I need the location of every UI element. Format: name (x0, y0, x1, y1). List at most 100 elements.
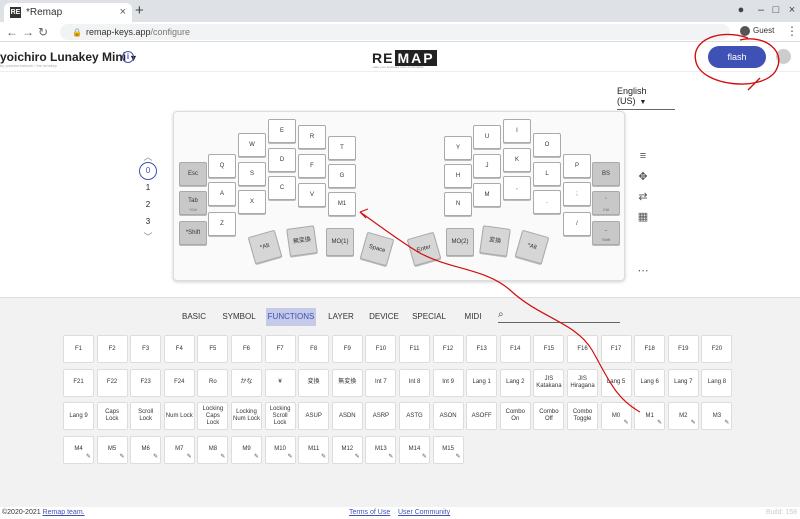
key-e[interactable]: E (268, 119, 296, 143)
keycode-key[interactable]: Locking Num Lock (231, 402, 262, 430)
keycode-key[interactable]: F7 (264, 335, 296, 363)
keycode-key[interactable]: Lang 8 (701, 368, 733, 397)
layer-0[interactable]: 0 (138, 162, 158, 180)
key-q[interactable]: Q (208, 154, 236, 178)
layer-down-icon[interactable]: ﹀ (138, 230, 158, 242)
key-o[interactable]: O (533, 133, 561, 157)
keycode-key[interactable]: M8 ✎ (197, 435, 229, 464)
keycode-key[interactable]: F10 (365, 335, 397, 363)
profile-button[interactable]: Guest (740, 26, 774, 36)
keycode-key[interactable]: F13 (466, 335, 498, 363)
key-left-alt[interactable]: *Alt (247, 229, 283, 265)
keycode-key[interactable]: M5 ✎ (96, 435, 128, 464)
tab-basic[interactable]: BASIC (175, 308, 213, 326)
key-r[interactable]: R (298, 125, 326, 149)
keycode-key[interactable]: F14 (499, 335, 531, 363)
key-semicolon[interactable]: ; (563, 182, 591, 206)
key-enter[interactable]: Enter (406, 231, 442, 267)
keycode-search-input[interactable]: ⌕ (498, 309, 620, 323)
edit-icon[interactable]: ✎ (422, 454, 427, 461)
keycode-key[interactable]: F22 (96, 368, 128, 397)
tab-midi[interactable]: MIDI (460, 308, 486, 326)
edit-icon[interactable]: ✎ (657, 420, 662, 427)
keycode-key[interactable]: Scroll Lock (130, 402, 162, 430)
team-link[interactable]: Remap team. (43, 509, 85, 516)
keycode-key[interactable]: ASON (432, 402, 464, 430)
keycode-key[interactable]: M2 ✎ (667, 402, 699, 430)
keycode-key[interactable]: F19 (667, 335, 699, 363)
keycode-key[interactable]: F23 (130, 368, 162, 397)
keycode-key[interactable]: Lang 1 (466, 368, 498, 397)
keycode-key[interactable]: F1 (63, 335, 94, 363)
edit-icon[interactable]: ✎ (691, 420, 696, 427)
key-esc[interactable]: Esc (179, 162, 207, 186)
keycode-key[interactable]: Lang 9 (63, 402, 94, 430)
keycode-key[interactable]: M14 ✎ (399, 435, 430, 464)
keycode-key[interactable]: ¥ (264, 368, 296, 397)
key-g[interactable]: G (328, 164, 356, 188)
keycode-key[interactable]: Lang 5 (600, 368, 632, 397)
url-field[interactable]: 🔒 remap-keys.app/configure (60, 24, 730, 40)
media-icon[interactable]: ● (736, 5, 746, 16)
keycode-key[interactable]: Int 7 (365, 368, 397, 397)
key-d[interactable]: D (268, 148, 296, 172)
edit-icon[interactable]: ✎ (321, 454, 326, 461)
tab-functions[interactable]: FUNCTIONS (266, 308, 316, 326)
keycode-key[interactable]: M1 ✎ (634, 402, 666, 430)
keycode-key[interactable]: JIS Katakana (533, 368, 565, 397)
more-icon[interactable]: ⋯ (636, 264, 650, 284)
close-window-icon[interactable]: × (787, 5, 797, 16)
user-icon[interactable] (776, 49, 791, 64)
keycode-key[interactable]: F20 (701, 335, 733, 363)
keycode-key[interactable]: F12 (432, 335, 464, 363)
keycode-key[interactable]: ASRP (365, 402, 397, 430)
terms-link[interactable]: Terms of Use (349, 509, 390, 516)
key-muhenkan[interactable]: 無変換 (286, 225, 318, 257)
keycode-key[interactable]: F8 (298, 335, 330, 363)
keycode-key[interactable]: M0 ✎ (600, 402, 632, 430)
flash-button[interactable]: flash (708, 46, 766, 68)
move-icon[interactable]: ✥ (636, 170, 650, 190)
keycode-key[interactable]: ASUP (298, 402, 330, 430)
keycode-key[interactable]: F17 (600, 335, 632, 363)
keycode-key[interactable]: Ro (197, 368, 229, 397)
edit-icon[interactable]: ✎ (86, 454, 91, 461)
edit-icon[interactable]: ✎ (288, 454, 293, 461)
keycode-key[interactable]: F24 (163, 368, 195, 397)
keycode-key[interactable]: Locking Caps Lock (197, 402, 229, 430)
keycode-key[interactable]: M12 ✎ (331, 435, 363, 464)
key-a[interactable]: A (208, 182, 236, 206)
key-v[interactable]: V (298, 183, 326, 207)
layer-3[interactable]: 3 (138, 213, 158, 230)
layer-2[interactable]: 2 (138, 196, 158, 213)
key-c[interactable]: C (268, 176, 296, 200)
forward-icon[interactable]: → (22, 25, 34, 39)
keycode-key[interactable]: Num Lock (163, 402, 195, 430)
keycode-key[interactable]: ASTG (399, 402, 430, 430)
tab-special[interactable]: SPECIAL (410, 308, 448, 326)
keycode-key[interactable]: Int 8 (399, 368, 430, 397)
keycode-key[interactable]: かな (231, 368, 262, 397)
key-s[interactable]: S (238, 162, 266, 186)
key-h[interactable]: H (444, 164, 472, 188)
keycode-key[interactable]: F16 (567, 335, 598, 363)
keycode-key[interactable]: M4 ✎ (63, 435, 94, 464)
key-m1[interactable]: M1 (328, 192, 356, 216)
key-slash[interactable]: / (563, 212, 591, 236)
keycode-key[interactable]: M3 ✎ (701, 402, 733, 430)
tab-symbol[interactable]: SYMBOL (219, 308, 259, 326)
keycode-key[interactable]: F2 (96, 335, 128, 363)
keycode-key[interactable]: M13 ✎ (365, 435, 397, 464)
key-shift[interactable]: *Shift (179, 221, 207, 245)
key-dot[interactable]: . (533, 190, 561, 214)
list-icon[interactable]: ≡ (636, 150, 650, 170)
key-mo2[interactable]: MO(2) (446, 228, 474, 256)
key-n[interactable]: N (444, 192, 472, 216)
edit-icon[interactable]: ✎ (456, 454, 461, 461)
key-right-shift[interactable]: - Shift (592, 221, 620, 245)
key-l[interactable]: L (533, 162, 561, 186)
maximize-icon[interactable]: □ (771, 5, 781, 16)
reload-icon[interactable]: ↻ (38, 25, 48, 39)
keycode-key[interactable]: Combo Off (533, 402, 565, 430)
key-u[interactable]: U (473, 125, 501, 149)
